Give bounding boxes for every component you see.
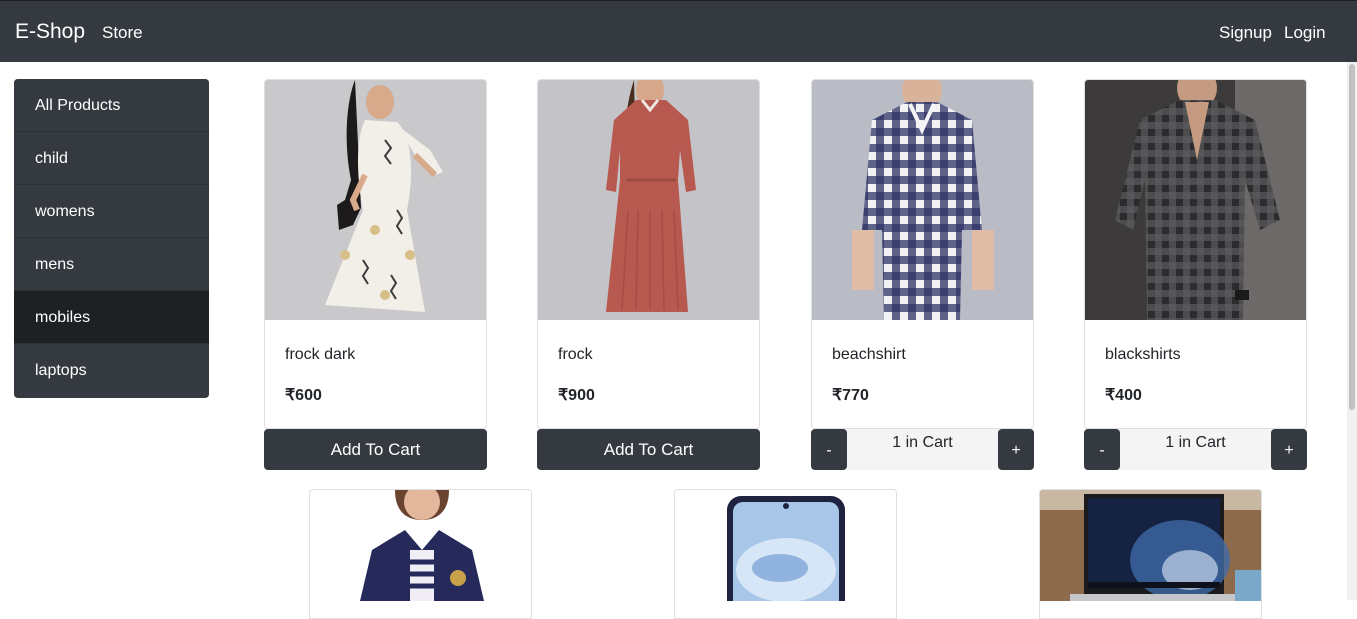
decrease-quantity-button[interactable]: - bbox=[811, 429, 847, 470]
sidebar-item-laptops[interactable]: laptops bbox=[14, 344, 209, 397]
product-image[interactable] bbox=[538, 80, 759, 320]
category-sidebar: All Products child womens mens mobiles l… bbox=[14, 79, 209, 398]
brand-logo[interactable]: E-Shop bbox=[15, 20, 85, 44]
cart-quantity-text: 1 in Cart bbox=[892, 434, 953, 451]
product-image[interactable] bbox=[675, 490, 896, 618]
product-card: frock dark ₹600 bbox=[264, 79, 487, 429]
nav-signup-link[interactable]: Signup bbox=[1219, 23, 1272, 43]
cart-quantity-control: - 1 in Cart + bbox=[811, 429, 1034, 470]
product-price: ₹770 bbox=[832, 387, 869, 404]
navbar: E-Shop Store Signup Login bbox=[0, 0, 1357, 62]
product-title: frock dark bbox=[285, 346, 356, 363]
add-to-cart-button[interactable]: Add To Cart bbox=[264, 429, 487, 470]
product-title: frock bbox=[558, 346, 593, 363]
product-image[interactable] bbox=[265, 80, 486, 320]
product-title: blackshirts bbox=[1105, 346, 1181, 363]
sidebar-item-child[interactable]: child bbox=[14, 132, 209, 185]
product-price: ₹900 bbox=[558, 387, 595, 404]
product-image[interactable] bbox=[1085, 80, 1306, 320]
product-card: frock ₹900 bbox=[537, 79, 760, 429]
cart-quantity-text: 1 in Cart bbox=[1165, 434, 1226, 451]
sidebar-item-womens[interactable]: womens bbox=[14, 185, 209, 238]
cart-quantity-control: - 1 in Cart + bbox=[1084, 429, 1307, 470]
product-image[interactable] bbox=[812, 80, 1033, 320]
nav-login-link[interactable]: Login bbox=[1284, 23, 1326, 43]
decrease-quantity-button[interactable]: - bbox=[1084, 429, 1120, 470]
product-title: beachshirt bbox=[832, 346, 906, 363]
increase-quantity-button[interactable]: + bbox=[1271, 429, 1307, 470]
product-card: blackshirts ₹400 bbox=[1084, 79, 1307, 429]
product-card: beachshirt ₹770 bbox=[811, 79, 1034, 429]
page-scrollbar[interactable] bbox=[1347, 62, 1357, 600]
nav-store-link[interactable]: Store bbox=[102, 23, 143, 43]
product-image[interactable] bbox=[310, 490, 531, 606]
sidebar-item-all-products[interactable]: All Products bbox=[14, 79, 209, 132]
scrollbar-thumb[interactable] bbox=[1349, 64, 1355, 410]
product-price: ₹400 bbox=[1105, 387, 1142, 404]
product-image[interactable] bbox=[1040, 490, 1261, 606]
add-to-cart-button[interactable]: Add To Cart bbox=[537, 429, 760, 470]
sidebar-item-mobiles[interactable]: mobiles bbox=[14, 291, 209, 344]
product-price: ₹600 bbox=[285, 387, 322, 404]
sidebar-item-mens[interactable]: mens bbox=[14, 238, 209, 291]
increase-quantity-button[interactable]: + bbox=[998, 429, 1034, 470]
